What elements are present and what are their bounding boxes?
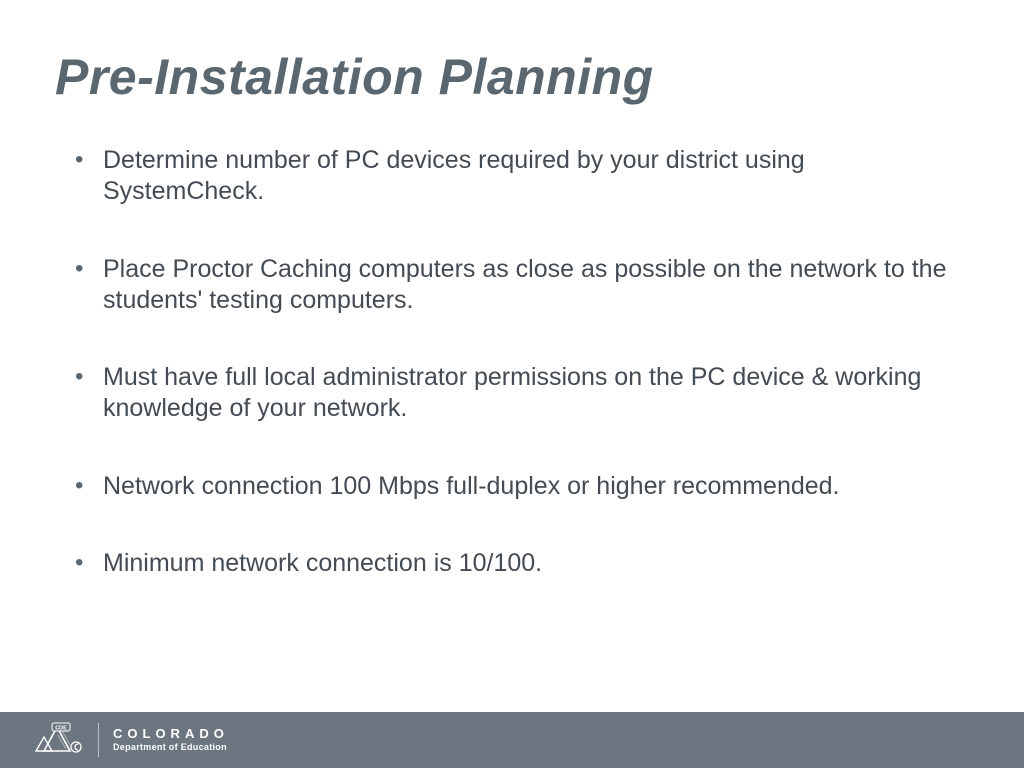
brand-sub-text: Department of Education <box>113 743 229 752</box>
bullet-list: Determine number of PC devices required … <box>55 145 969 579</box>
list-item: Must have full local administrator permi… <box>87 362 969 425</box>
footer-logo-group: CDE COLORADO Department of Education <box>30 721 229 760</box>
list-item: Minimum network connection is 10/100. <box>87 548 969 579</box>
slide-title: Pre-Installation Planning <box>55 50 969 105</box>
bullet-text: Place Proctor Caching computers as close… <box>103 255 947 314</box>
slide-footer: CDE COLORADO Department of Education <box>0 712 1024 768</box>
colorado-triangle-icon: CDE <box>30 721 84 760</box>
brand-main-text: COLORADO <box>113 727 229 741</box>
list-item: Place Proctor Caching computers as close… <box>87 254 969 317</box>
bullet-text: Minimum network connection is 10/100. <box>103 549 542 577</box>
slide-container: Pre-Installation Planning Determine numb… <box>0 0 1024 768</box>
logo-badge-text: CDE <box>55 725 67 731</box>
list-item: Determine number of PC devices required … <box>87 145 969 208</box>
bullet-text: Must have full local administrator permi… <box>103 363 921 422</box>
footer-brand: COLORADO Department of Education <box>113 727 229 752</box>
footer-divider <box>98 723 99 757</box>
list-item: Network connection 100 Mbps full-duplex … <box>87 471 969 502</box>
bullet-text: Determine number of PC devices required … <box>103 146 805 205</box>
bullet-text: Network connection 100 Mbps full-duplex … <box>103 472 840 500</box>
